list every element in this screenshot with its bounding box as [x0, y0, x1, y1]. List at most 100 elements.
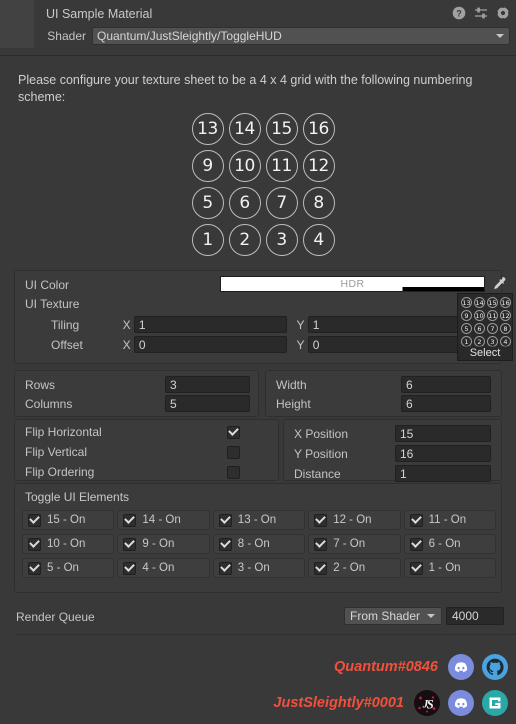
numbering-cell: 1 [189, 221, 226, 258]
toggle-item[interactable]: 14 - On [117, 510, 210, 530]
header-icon-group: ? [452, 6, 510, 20]
toggle-item[interactable]: 1 - On [403, 558, 496, 578]
toggle-checkbox[interactable] [28, 561, 41, 575]
texture-preview-cell: 8 [499, 322, 512, 335]
gear-icon[interactable] [496, 6, 510, 20]
height-label: Height [276, 396, 311, 411]
height-input[interactable]: 6 [401, 395, 491, 412]
toggle-checkbox[interactable] [28, 537, 41, 551]
tiling-y-input[interactable]: 1 [307, 316, 461, 333]
toggle-label: 6 - On [428, 538, 461, 550]
toggle-ui-elements-title: Toggle UI Elements [25, 490, 130, 504]
texture-preview-circle: 8 [500, 323, 511, 334]
toggle-checkbox[interactable] [409, 537, 423, 551]
numbering-cell: 15 [263, 110, 300, 147]
toggle-item[interactable]: 4 - On [117, 558, 210, 578]
toggle-item[interactable]: 12 - On [308, 510, 401, 530]
toggle-item[interactable]: 2 - On [308, 558, 401, 578]
toggle-item[interactable]: 13 - On [212, 510, 306, 530]
rows-input[interactable]: 3 [165, 376, 250, 393]
toggle-checkbox[interactable] [218, 537, 232, 551]
texture-thumbnail-preview: 13 14 15 16 9 10 11 12 5 6 7 8 1 2 3 4 [460, 296, 512, 348]
eyedropper-icon[interactable] [491, 276, 507, 292]
toggle-item[interactable]: 15 - On [22, 510, 115, 530]
toggle-item[interactable]: 3 - On [212, 558, 306, 578]
discord-icon[interactable] [448, 690, 474, 716]
texture-section: UI Color HDR UI Texture Tiling X 1 Y 1 O… [14, 270, 513, 364]
toggle-item[interactable]: 5 - On [22, 558, 115, 578]
github-icon[interactable] [482, 654, 508, 680]
width-label: Width [276, 377, 307, 392]
texture-select-button[interactable]: Select [458, 346, 512, 360]
numbering-circle: 1 [191, 223, 224, 256]
numbering-circle: 8 [302, 186, 335, 219]
shader-value: Quantum/JustSleightly/ToggleHUD [97, 29, 282, 43]
texture-preview-circle: 15 [487, 297, 498, 308]
numbering-circle: 10 [228, 149, 261, 182]
ui-texture-object-field[interactable]: 13 14 15 16 9 10 11 12 5 6 7 8 1 2 3 4 Select [457, 293, 513, 361]
toggle-checkbox[interactable] [314, 537, 328, 551]
numbering-cell: 12 [300, 147, 337, 184]
toggle-label: 1 - On [428, 562, 461, 574]
flip-ordering-checkbox[interactable] [227, 465, 240, 479]
toggle-checkbox[interactable] [123, 513, 137, 527]
texture-preview-circle: 12 [500, 310, 511, 321]
toggle-item[interactable]: 10 - On [22, 534, 115, 554]
render-queue-mode-dropdown[interactable]: From Shader [344, 607, 442, 625]
texture-preview-cell: 6 [473, 322, 486, 335]
toggle-checkbox[interactable] [218, 513, 232, 527]
numbering-circle: 9 [191, 149, 224, 182]
justsleightly-logo-icon[interactable]: J S [414, 690, 440, 716]
height-row: Height 6 [276, 395, 493, 412]
rows-label: Rows [25, 377, 56, 392]
numbering-circle: 5 [191, 186, 224, 219]
toggle-checkbox[interactable] [314, 513, 328, 527]
grid-width-height-section: Width 6 Height 6 [265, 370, 502, 417]
preset-icon[interactable] [474, 6, 488, 20]
shader-label: Shader [47, 29, 86, 43]
toggle-item[interactable]: 6 - On [403, 534, 496, 554]
ui-color-swatch[interactable]: HDR [220, 276, 485, 292]
distance-input[interactable]: 1 [395, 465, 491, 482]
credit-row: JustSleightly#0001 J S [273, 690, 508, 716]
toggle-label: 13 - On [237, 514, 277, 526]
flip-horizontal-row[interactable]: Flip Horizontal [25, 425, 270, 439]
texture-preview-circle: 6 [474, 323, 485, 334]
help-icon[interactable]: ? [452, 6, 466, 20]
toggle-item[interactable]: 7 - On [308, 534, 401, 554]
width-input[interactable]: 6 [401, 376, 491, 393]
toggle-checkbox[interactable] [218, 561, 232, 575]
flip-vertical-checkbox[interactable] [227, 445, 240, 459]
render-queue-mode-value: From Shader [350, 609, 421, 623]
toggle-checkbox[interactable] [28, 513, 41, 527]
offset-x-input[interactable]: 0 [133, 336, 288, 353]
numbering-cell: 5 [189, 184, 226, 221]
numbering-circle: 12 [302, 149, 335, 182]
toggle-checkbox[interactable] [409, 561, 423, 575]
offset-y-input[interactable]: 0 [307, 336, 461, 353]
toggle-label: 2 - On [333, 562, 366, 574]
texture-preview-circle: 9 [461, 310, 472, 321]
toggle-checkbox[interactable] [409, 513, 423, 527]
x-position-input[interactable]: 15 [395, 425, 491, 442]
toggle-label: 10 - On [47, 538, 86, 550]
toggle-item[interactable]: 11 - On [403, 510, 496, 530]
rows-row: Rows 3 [25, 376, 250, 393]
ui-texture-label: UI Texture [25, 297, 80, 311]
columns-input[interactable]: 5 [165, 395, 250, 412]
render-queue-value-input[interactable]: 4000 [446, 607, 504, 625]
toggle-checkbox[interactable] [123, 561, 137, 575]
toggle-checkbox[interactable] [123, 537, 137, 551]
y-position-input[interactable]: 16 [395, 445, 491, 462]
flip-vertical-row[interactable]: Flip Vertical [25, 445, 270, 459]
toggle-item[interactable]: 8 - On [212, 534, 306, 554]
toggle-grid: 15 - On 14 - On 13 - On 12 - On 11 - On 10 - … [22, 510, 496, 578]
discord-icon[interactable] [448, 654, 474, 680]
flip-horizontal-checkbox[interactable] [227, 425, 240, 439]
tiling-x-input[interactable]: 1 [133, 316, 288, 333]
toggle-checkbox[interactable] [314, 561, 328, 575]
gumroad-icon[interactable] [482, 690, 508, 716]
shader-dropdown[interactable]: Quantum/JustSleightly/ToggleHUD [92, 27, 510, 45]
flip-ordering-row[interactable]: Flip Ordering [25, 465, 270, 479]
toggle-item[interactable]: 9 - On [117, 534, 210, 554]
